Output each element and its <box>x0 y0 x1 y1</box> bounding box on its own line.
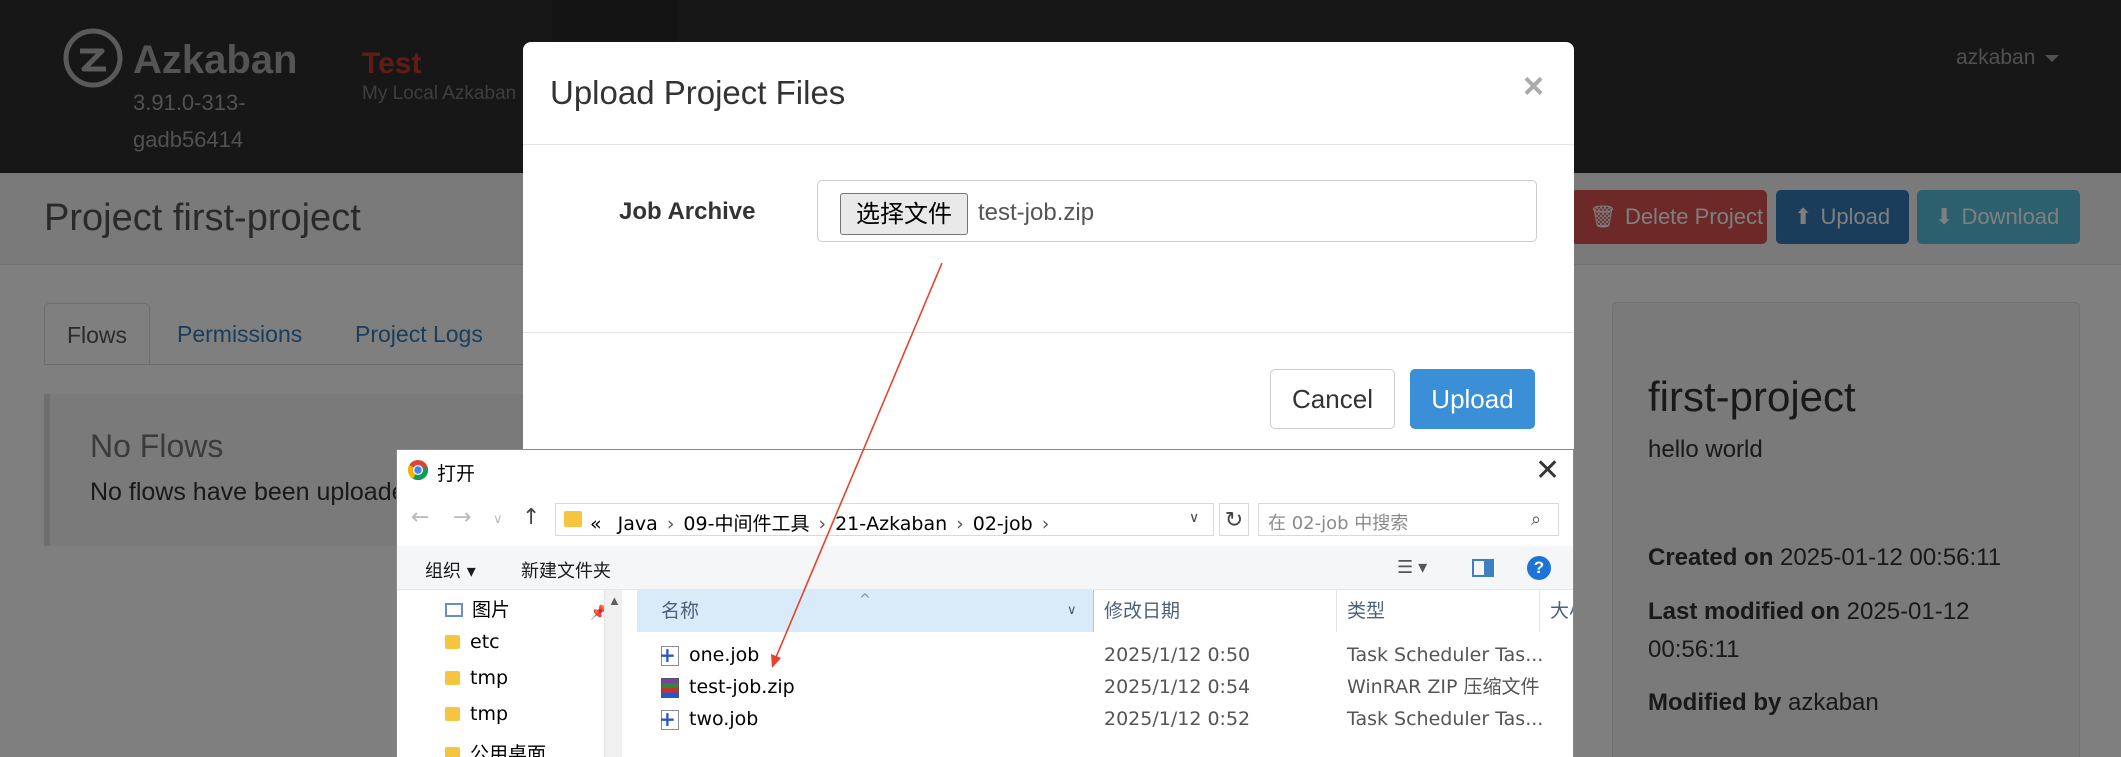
file-name: test-job.zip <box>689 676 795 698</box>
new-folder-button[interactable]: 新建文件夹 <box>521 557 611 583</box>
cancel-button[interactable]: Cancel <box>1270 369 1395 429</box>
nav-item-pictures[interactable]: 图片 <box>445 595 510 622</box>
file-type: WinRAR ZIP 压缩文件 <box>1347 676 1540 698</box>
file-date: 2025/1/12 0:54 <box>1104 676 1251 698</box>
column-header-type[interactable]: 类型 <box>1337 590 1540 632</box>
job-file-icon <box>659 710 679 730</box>
folder-icon <box>445 747 460 757</box>
refresh-icon[interactable]: ↻ <box>1219 503 1249 536</box>
scroll-up-icon[interactable]: ▲ <box>608 593 621 608</box>
nav-item-public-desktop[interactable]: 公用桌面 <box>445 739 546 757</box>
breadcrumb-item[interactable]: 09-中间件工具 <box>683 513 809 535</box>
modal-title: Upload Project Files <box>550 74 846 111</box>
address-bar[interactable]: « Java › 09-中间件工具 › 21-Azkaban › 02-job › ∨ <box>555 503 1214 536</box>
navigation-pane: 图片 📌 etc tmp tmp 公用桌面 ▲ <box>397 590 629 757</box>
chevron-right-icon: › <box>666 513 675 535</box>
column-header-name-label: 名称 <box>661 600 700 622</box>
nav-item-label: etc <box>470 631 500 653</box>
open-file-dialog: 打开 ✕ ← → ∨ ↑ « Java › 09-中间件工具 › 21-Azkaban ›… <box>396 449 1574 757</box>
job-archive-label: Job Archive <box>619 198 756 225</box>
folder-icon <box>445 707 460 721</box>
dialog-toolbar: 组织 ▾ 新建文件夹 ☰ ▾ ? <box>397 546 1573 590</box>
nav-item-etc[interactable]: etc <box>445 631 500 653</box>
nav-item-label: tmp <box>470 703 509 725</box>
forward-arrow-icon[interactable]: → <box>453 505 471 530</box>
sort-ascending-icon: ^ <box>859 592 871 608</box>
dialog-titlebar[interactable]: 打开 ✕ <box>397 450 1573 490</box>
file-type: Task Scheduler Tas... <box>1347 708 1544 730</box>
close-icon[interactable]: × <box>1523 66 1544 106</box>
search-input[interactable]: 在 02-job 中搜索 ⌕ <box>1258 503 1559 536</box>
breadcrumb-item[interactable]: 02-job <box>973 513 1033 535</box>
pictures-icon <box>445 603 463 617</box>
job-file-icon <box>659 646 679 666</box>
file-row[interactable]: one.job 2025/1/12 0:50 Task Scheduler Ta… <box>637 640 1573 671</box>
chosen-file-name: test-job.zip <box>978 199 1095 226</box>
column-filter-dropdown-icon[interactable]: ∨ <box>1067 590 1077 632</box>
file-row[interactable]: test-job.zip 2025/1/12 0:54 WinRAR ZIP 压… <box>637 672 1573 703</box>
recent-locations-chevron-icon[interactable]: ∨ <box>493 512 503 527</box>
address-dropdown-icon[interactable]: ∨ <box>1189 509 1199 526</box>
nav-item-tmp[interactable]: tmp <box>445 667 508 689</box>
upload-button[interactable]: Upload <box>1410 369 1535 429</box>
search-icon: ⌕ <box>1531 509 1542 529</box>
dialog-title: 打开 <box>437 463 476 485</box>
zip-file-icon <box>661 678 679 698</box>
nav-item-label: tmp <box>470 667 509 689</box>
folder-icon <box>445 635 460 649</box>
chevron-right-icon: › <box>956 513 964 535</box>
chevron-right-icon: › <box>818 513 827 535</box>
job-archive-file-input[interactable]: 选择文件 test-job.zip <box>817 180 1537 242</box>
breadcrumb-item[interactable]: 21-Azkaban <box>835 513 947 535</box>
nav-scrollbar[interactable]: ▲ <box>604 590 622 757</box>
preview-pane-icon[interactable] <box>1472 559 1494 577</box>
chrome-icon <box>407 460 429 481</box>
nav-item-label: 图片 <box>472 599 511 621</box>
column-header-size[interactable]: 大小 <box>1540 590 1573 632</box>
folder-icon <box>445 671 460 685</box>
choose-file-button[interactable]: 选择文件 <box>840 193 968 235</box>
back-arrow-icon[interactable]: ← <box>411 505 429 530</box>
file-type: Task Scheduler Tas... <box>1347 644 1544 666</box>
nav-item-tmp[interactable]: tmp <box>445 703 508 725</box>
up-arrow-icon[interactable]: ↑ <box>522 505 540 530</box>
breadcrumb-item[interactable]: Java <box>618 513 658 535</box>
file-name: two.job <box>689 708 759 730</box>
nav-item-label: 公用桌面 <box>470 743 547 757</box>
file-name: one.job <box>689 644 760 666</box>
search-placeholder: 在 02-job 中搜索 <box>1268 513 1409 534</box>
folder-icon <box>564 511 582 527</box>
breadcrumb-overflow[interactable]: « <box>590 513 602 535</box>
file-list: 名称 ^ ∨ 修改日期 类型 大小 one.job 2025/1/12 0:50… <box>637 590 1573 757</box>
chevron-right-icon: › <box>1041 513 1050 535</box>
dialog-close-icon[interactable]: ✕ <box>1535 453 1560 488</box>
view-options-icon[interactable]: ☰ ▾ <box>1397 557 1427 578</box>
file-date: 2025/1/12 0:52 <box>1104 708 1251 730</box>
organize-menu[interactable]: 组织 ▾ <box>425 557 476 583</box>
help-icon[interactable]: ? <box>1527 556 1551 580</box>
file-date: 2025/1/12 0:50 <box>1104 644 1251 666</box>
breadcrumb: « Java › 09-中间件工具 › 21-Azkaban › 02-job › <box>590 509 1058 536</box>
column-header-name[interactable]: 名称 ^ ∨ <box>637 590 1094 632</box>
file-row[interactable]: two.job 2025/1/12 0:52 Task Scheduler Ta… <box>637 704 1573 735</box>
column-header-date[interactable]: 修改日期 <box>1094 590 1337 632</box>
modal-footer-divider <box>523 332 1574 333</box>
modal-header-divider <box>523 144 1574 145</box>
